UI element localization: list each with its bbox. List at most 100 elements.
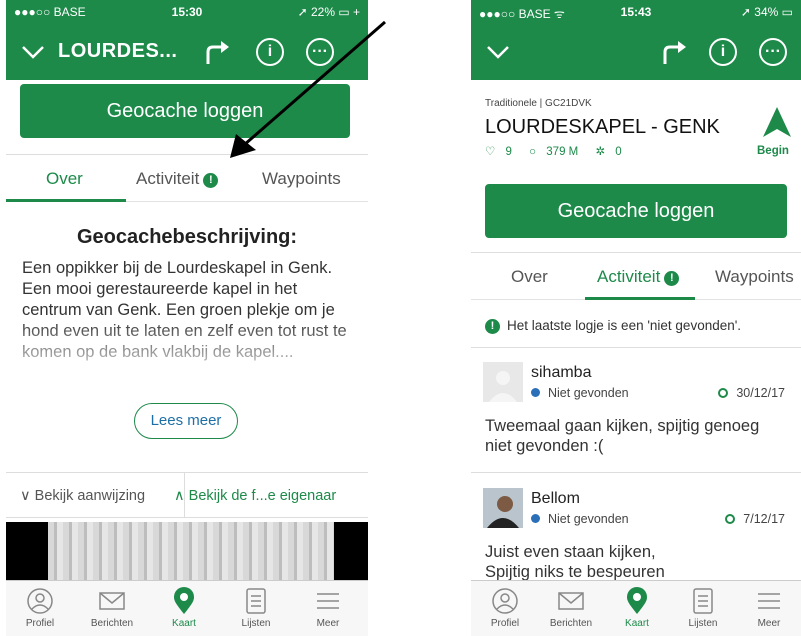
bekijk-eigenaar-toggle[interactable]: ∧ Bekijk de f...e eigenaar <box>174 488 336 504</box>
bottom-tab-bar: Profiel Berichten Kaart Lijsten Meer <box>471 580 801 636</box>
cache-name: LOURDESKAPEL - GENK <box>485 116 720 138</box>
tab-waypoints[interactable]: Waypoints <box>262 169 341 189</box>
tabbar-profiel[interactable]: Profiel <box>8 587 72 629</box>
tabbar-berichten[interactable]: Berichten <box>539 587 603 629</box>
last-log-notice: ! Het laatste logje is een 'niet gevonde… <box>471 304 801 348</box>
geocache-loggen-button[interactable]: Geocache loggen <box>20 84 350 138</box>
not-found-icon <box>531 514 540 523</box>
tabbar-kaart[interactable]: Kaart <box>605 587 669 629</box>
clock: 15:43 <box>620 5 652 19</box>
log-date-value: 7/12/17 <box>743 512 785 526</box>
bug-icon: ✲ <box>595 146 606 158</box>
geocache-loggen-button[interactable]: Geocache loggen <box>485 184 787 238</box>
status-bar: ●●●○○ BASE 15:30 ➚ 22% ▭ + <box>6 0 368 24</box>
tabbar-kaart[interactable]: Kaart <box>152 587 216 629</box>
log-entry[interactable]: sihamba Niet gevonden 30/12/17 Tweemaal … <box>471 352 801 470</box>
log-username[interactable]: Bellom <box>531 490 580 508</box>
more-icon[interactable]: ··· <box>759 38 787 66</box>
tab-over[interactable]: Over <box>46 169 83 189</box>
favorites-count: 9 <box>505 146 512 158</box>
tab-over[interactable]: Over <box>511 267 548 287</box>
active-tab-indicator <box>585 297 695 300</box>
menu-icon <box>317 593 339 609</box>
info-icon[interactable]: i <box>709 38 737 66</box>
hint-row: ∨ Bekijk aanwijzing ∧ Bekijk de f...e ei… <box>6 472 368 518</box>
more-icon[interactable]: ··· <box>306 38 334 66</box>
log-entry[interactable]: Bellom Niet gevonden 7/12/17 Juist even … <box>471 476 801 580</box>
trackables-stat: ✲ 0 <box>595 146 628 158</box>
notice-text: Het laatste logje is een 'niet gevonden'… <box>507 318 742 333</box>
right-screenshot: ●●●○○ BASE ᯤ 15:43 ➚ 34% ▭ i ··· Traditi… <box>471 0 801 636</box>
log-type-label: Niet gevonden <box>548 512 629 526</box>
share-arrow-icon[interactable] <box>202 38 230 66</box>
heart-icon: ♡ <box>485 146 496 158</box>
share-arrow-icon[interactable] <box>659 38 687 66</box>
log-type: Niet gevonden <box>531 512 629 526</box>
envelope-icon <box>99 592 125 610</box>
tabbar-lijsten[interactable]: Lijsten <box>671 587 735 629</box>
tab-activiteit[interactable]: Activiteit! <box>597 267 680 287</box>
chevron-down-icon[interactable] <box>20 38 46 64</box>
battery-indicator: ➚ 22% ▭ + <box>297 5 360 19</box>
carrier-label: ●●●○○ BASE <box>14 5 86 19</box>
navigation-bar: LOURDES... i ··· <box>6 24 368 80</box>
clock: 15:30 <box>171 5 203 19</box>
person-icon <box>492 588 518 614</box>
status-bar: ●●●○○ BASE ᯤ 15:43 ➚ 34% ▭ <box>471 0 801 24</box>
begin-button[interactable]: Begin <box>757 145 789 157</box>
clock-icon <box>718 388 729 398</box>
tabbar-label: Kaart <box>625 618 649 629</box>
tabbar-label: Lijsten <box>688 618 718 629</box>
log-date: 30/12/17 <box>718 386 785 400</box>
tabbar-meer[interactable]: Meer <box>737 587 801 629</box>
info-icon[interactable]: i <box>256 38 284 66</box>
tab-label: Activiteit <box>136 169 200 188</box>
bottom-tab-bar: Profiel Berichten Kaart Lijsten Meer <box>6 580 368 636</box>
tabbar-lijsten[interactable]: Lijsten <box>224 587 288 629</box>
person-icon <box>27 588 53 614</box>
tabbar-label: Meer <box>316 618 340 629</box>
tabbar-meer[interactable]: Meer <box>296 587 360 629</box>
pin-outline-icon: ○ <box>529 146 537 158</box>
lees-meer-button[interactable]: Lees meer <box>134 403 238 439</box>
avatar <box>483 488 523 528</box>
tabbar-berichten[interactable]: Berichten <box>80 587 144 629</box>
tab-bar: Over Activiteit! Waypoints <box>6 154 368 202</box>
tabbar-label: Berichten <box>549 618 593 629</box>
favorites-stat: ♡ 9 <box>485 146 519 158</box>
text-fade <box>6 318 368 386</box>
log-text: Juist even staan kijken, Spijtig niks te… <box>485 543 665 580</box>
log-username[interactable]: sihamba <box>531 364 591 382</box>
cache-type-code: Traditionele | GC21DVK <box>485 98 592 109</box>
map-pin-icon <box>174 587 194 614</box>
list-icon <box>693 588 713 614</box>
navigate-arrow-icon[interactable] <box>763 107 791 137</box>
active-tab-indicator <box>6 199 126 202</box>
log-text: Tweemaal gaan kijken, spijtig genoeg nie… <box>485 417 760 455</box>
distance-value: 379 M <box>546 146 579 158</box>
alert-icon: ! <box>203 173 219 188</box>
tab-activiteit[interactable]: Activiteit! <box>136 169 219 189</box>
tab-waypoints[interactable]: Waypoints <box>715 267 794 287</box>
cache-photo[interactable] <box>6 522 368 584</box>
tabbar-profiel[interactable]: Profiel <box>473 587 537 629</box>
log-type-label: Niet gevonden <box>548 386 629 400</box>
tabbar-label: Kaart <box>172 618 196 629</box>
chevron-down-icon[interactable] <box>485 38 511 64</box>
tabbar-label: Profiel <box>25 618 55 629</box>
photo-content <box>48 522 334 584</box>
distance-stat: ○ 379 M <box>529 146 585 158</box>
description-heading: Geocachebeschrijving: <box>76 226 298 248</box>
divider <box>471 472 801 473</box>
left-screenshot: ●●●○○ BASE 15:30 ➚ 22% ▭ + LOURDES... i … <box>6 0 368 636</box>
log-date-value: 30/12/17 <box>736 386 785 400</box>
tabbar-label: Profiel <box>490 618 520 629</box>
tabbar-label: Berichten <box>90 618 134 629</box>
bekijk-aanwijzing-toggle[interactable]: ∨ Bekijk aanwijzing <box>20 488 145 504</box>
log-type: Niet gevonden <box>531 386 629 400</box>
not-found-icon <box>531 388 540 397</box>
clock-icon <box>725 514 736 524</box>
navigation-bar: i ··· <box>471 24 801 80</box>
avatar <box>483 362 523 402</box>
list-icon <box>246 588 266 614</box>
